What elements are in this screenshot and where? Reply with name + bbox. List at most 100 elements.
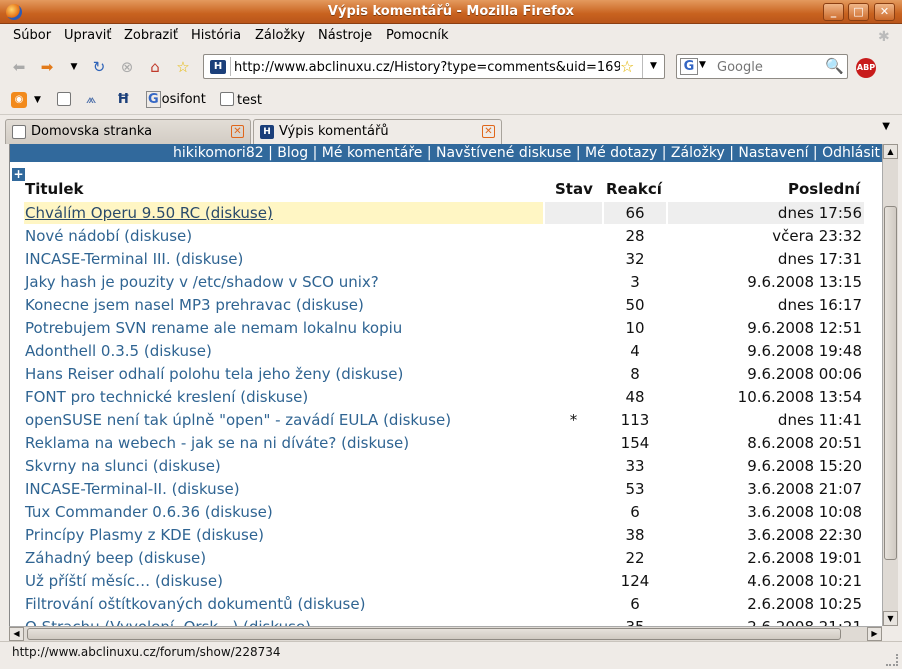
search-engine-icon[interactable]: G	[680, 58, 698, 75]
discussion-link[interactable]: Tux Commander 0.6.36 (diskuse)	[25, 503, 273, 521]
bookmark-item-2[interactable]: ⩕	[86, 92, 96, 107]
expand-plus-icon[interactable]: +	[12, 168, 25, 181]
bookmark-item-1[interactable]	[57, 92, 74, 108]
history-dropdown-icon[interactable]: ▼	[64, 57, 84, 77]
discussion-link[interactable]: openSUSE není tak úplně "open" - zavádí …	[25, 411, 451, 429]
menu-zalozky[interactable]: Záložky	[255, 28, 305, 43]
table-row: Reklama na webech - jak se na ni díváte?…	[24, 432, 870, 455]
page-icon	[57, 92, 71, 106]
adblock-plus-icon[interactable]: ABP	[856, 58, 876, 78]
column-header-reakci: Reakcí	[606, 180, 662, 198]
row-posledni: 4.6.2008 10:21	[747, 572, 862, 590]
discussion-link[interactable]: INCASE-Terminal-II. (diskuse)	[25, 480, 240, 498]
discussion-link[interactable]: INCASE-Terminal III. (diskuse)	[25, 250, 243, 268]
discussion-link[interactable]: Záhadný beep (diskuse)	[25, 549, 206, 567]
url-input[interactable]	[234, 58, 620, 76]
scroll-right-arrow-icon[interactable]: ▶	[867, 627, 882, 641]
scroll-left-arrow-icon[interactable]: ◀	[9, 627, 24, 641]
table-row: Potrebujem SVN rename ale nemam lokalnu …	[24, 317, 870, 340]
page-content: hikikomori82 | Blog | Mé komentáře | Nav…	[9, 144, 882, 626]
tab-vypis-komentaru[interactable]: H Výpis komentářů ✕	[253, 119, 502, 145]
row-reakci: 38	[625, 526, 645, 544]
menu-zobrazit[interactable]: Zobraziť	[124, 28, 178, 43]
vertical-scroll-thumb[interactable]	[884, 206, 897, 560]
throbber-icon: ✱	[878, 29, 890, 45]
discussion-link[interactable]: Konecne jsem nasel MP3 prehravac (diskus…	[25, 296, 364, 314]
table-row: openSUSE není tak úplně "open" - zavádí …	[24, 409, 870, 432]
discussion-link[interactable]: Potrebujem SVN rename ale nemam lokalnu …	[25, 319, 402, 337]
rss-dropdown-icon[interactable]: ▼	[34, 95, 41, 105]
table-row: INCASE-Terminal-II. (diskuse) 53 3.6.200…	[24, 478, 870, 501]
table-row: Jaky hash je pouzity v /etc/shadow v SCO…	[24, 271, 870, 294]
row-posledni: 10.6.2008 13:54	[737, 388, 862, 406]
site-favicon-icon: H	[210, 60, 226, 74]
row-reakci: 53	[625, 480, 645, 498]
row-posledni: dnes 17:31	[777, 250, 862, 268]
row-reakci: 124	[620, 572, 650, 590]
minimize-button[interactable]: _	[823, 3, 844, 21]
vertical-scrollbar[interactable]: ▲ ▼	[882, 144, 898, 626]
status-text: http://www.abclinuxu.cz/forum/show/22873…	[12, 645, 281, 659]
table-row: O Strachu (Vyvolení, Orsk...) (diskuse) …	[24, 616, 870, 626]
horizontal-scroll-thumb[interactable]	[27, 628, 841, 640]
discussion-link[interactable]: Filtrování oštítkovaných dokumentů (disk…	[25, 595, 365, 613]
menu-pomocnik[interactable]: Pomocník	[386, 28, 448, 43]
search-icon[interactable]: 🔍	[825, 57, 844, 75]
bookmark-item-3[interactable]: Ħ	[117, 92, 130, 107]
discussion-link[interactable]: FONT pro technické kreslení (diskuse)	[25, 388, 308, 406]
discussion-link[interactable]: Adonthell 0.3.5 (diskuse)	[25, 342, 212, 360]
close-tab-icon[interactable]: ✕	[482, 125, 495, 138]
table-row: Filtrování oštítkovaných dokumentů (disk…	[24, 593, 870, 616]
menu-nastroje[interactable]: Nástroje	[318, 28, 372, 43]
search-engine-dropdown-icon[interactable]: ▼	[699, 60, 706, 70]
home-icon[interactable]: ⌂	[145, 57, 165, 77]
back-arrow-icon[interactable]: ⬅	[9, 57, 29, 77]
close-tab-icon[interactable]: ✕	[231, 125, 244, 138]
discussion-link[interactable]: Už příští měsíc… (diskuse)	[25, 572, 223, 590]
table-row: Záhadný beep (diskuse) 22 2.6.2008 19:01	[24, 547, 870, 570]
discussion-link[interactable]: Nové nádobí (diskuse)	[25, 227, 192, 245]
search-input[interactable]	[717, 58, 822, 76]
horizontal-scrollbar[interactable]: ◀ ▶	[9, 626, 882, 641]
table-row: Adonthell 0.3.5 (diskuse) 4 9.6.2008 19:…	[24, 340, 870, 363]
row-posledni: 9.6.2008 12:51	[747, 319, 862, 337]
reload-icon[interactable]: ↻	[89, 57, 109, 77]
bookmarks-toolbar: ▼ ⩕ Ħ Gosifont test	[0, 85, 902, 115]
discussion-link[interactable]: Jaky hash je pouzity v /etc/shadow v SCO…	[25, 273, 379, 291]
scroll-down-arrow-icon[interactable]: ▼	[883, 611, 898, 626]
table-row: Hans Reiser odhalí polohu tela jeho ženy…	[24, 363, 870, 386]
close-window-button[interactable]: ✕	[874, 3, 895, 21]
url-dropdown-icon[interactable]: ▼	[642, 55, 664, 78]
forward-arrow-icon[interactable]: ➡	[37, 57, 57, 77]
user-navigation-bar[interactable]: hikikomori82 | Blog | Mé komentáře | Nav…	[10, 144, 882, 162]
row-reakci: 48	[625, 388, 645, 406]
discussion-link[interactable]: Princípy Plasmy z KDE (diskuse)	[25, 526, 264, 544]
tab-domovska-stranka[interactable]: Domovska stranka ✕	[5, 119, 251, 144]
bookmark-test[interactable]: test	[220, 92, 262, 108]
discussion-link[interactable]: Skvrny na slunci (diskuse)	[25, 457, 221, 475]
search-bar[interactable]: G ▼ 🔍	[676, 54, 848, 79]
bookmark-osifont[interactable]: Gosifont	[146, 91, 206, 108]
bookmark-star-icon[interactable]: ☆	[173, 57, 193, 77]
url-bar[interactable]: H ☆ ▼	[203, 54, 665, 79]
resize-grip-icon[interactable]	[886, 654, 898, 666]
discussion-link[interactable]: Reklama na webech - jak se na ni díváte?…	[25, 434, 409, 452]
table-row: Konecne jsem nasel MP3 prehravac (diskus…	[24, 294, 870, 317]
maximize-button[interactable]: □	[848, 3, 869, 21]
menu-historia[interactable]: História	[191, 28, 241, 43]
scroll-up-arrow-icon[interactable]: ▲	[883, 144, 898, 159]
row-reakci: 33	[625, 457, 645, 475]
row-posledni: 2.6.2008 10:25	[747, 595, 862, 613]
row-posledni: 2.6.2008 19:01	[747, 549, 862, 567]
row-reakci: 10	[625, 319, 645, 337]
bookmark-page-star-icon[interactable]: ☆	[620, 57, 634, 76]
row-posledni: dnes 16:17	[777, 296, 862, 314]
menu-upravit[interactable]: Upraviť	[64, 28, 111, 43]
discussion-link[interactable]: Chválím Operu 9.50 RC (diskuse)	[25, 204, 273, 222]
rss-feed-icon[interactable]: ◉	[11, 92, 27, 108]
tab-list-dropdown-icon[interactable]: ▼	[882, 121, 890, 132]
discussion-link[interactable]: O Strachu (Vyvolení, Orsk...) (diskuse)	[25, 618, 311, 626]
menu-subor[interactable]: Súbor	[13, 28, 51, 43]
discussion-link[interactable]: Hans Reiser odhalí polohu tela jeho ženy…	[25, 365, 403, 383]
stop-icon[interactable]: ⊗	[117, 57, 137, 77]
